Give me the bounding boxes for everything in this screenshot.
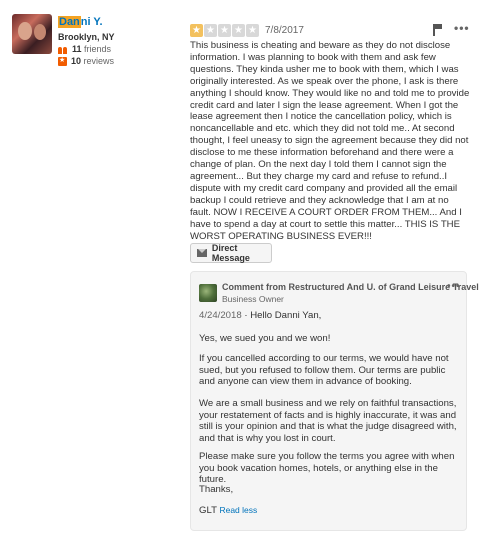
comment-paragraph-2: If you cancelled according to our terms,… — [199, 353, 449, 388]
envelope-icon — [197, 249, 207, 257]
flag-icon[interactable] — [433, 24, 443, 36]
user-name[interactable]: Danni Y. — [58, 16, 103, 28]
user-location: Brooklyn, NY — [58, 32, 115, 42]
direct-message-button[interactable]: Direct Message — [190, 243, 272, 263]
star-icon: ★ — [232, 24, 245, 37]
comment-date: 4/24/2018 — [199, 310, 242, 321]
star-icon: ★ — [218, 24, 231, 37]
friends-stat: 11 friends — [58, 44, 111, 54]
comment-signature: GLT — [199, 505, 217, 516]
star-icon: ★ — [246, 24, 259, 37]
friends-count: 11 — [72, 44, 82, 54]
comment-paragraph-5: Thanks, — [199, 484, 234, 495]
user-name-rest[interactable]: ni Y. — [81, 16, 103, 28]
star-icon: ★ — [204, 24, 217, 37]
comment-paragraph-3: We are a small business and we rely on f… — [199, 398, 457, 444]
review-text: This business is cheating and beware as … — [190, 40, 470, 242]
comment-date-line: 4/24/2018 · Hello Danni Yan, — [199, 310, 322, 321]
rating-row: ★ ★ ★ ★ ★ 7/8/2017 — [190, 24, 304, 37]
reviews-stat: 10 reviews — [58, 56, 114, 66]
reviews-count: 10 — [71, 56, 82, 66]
user-name-highlight[interactable]: Dan — [58, 16, 81, 28]
comment-more-icon[interactable]: ••• — [447, 282, 461, 292]
star-icon: ★ — [190, 24, 203, 37]
comment-from[interactable]: Comment from Restructured And U. of Gran… — [222, 282, 479, 292]
comment-paragraph-4: Please make sure you follow the terms yo… — [199, 451, 455, 486]
comment-greeting: Hello Danni Yan, — [250, 310, 322, 321]
comment-paragraph-1: Yes, we sued you and we won! — [199, 333, 331, 344]
friends-icon — [58, 45, 68, 54]
reviews-label: reviews — [83, 56, 115, 66]
friends-label: friends — [84, 44, 112, 54]
owner-comment: Comment from Restructured And U. of Gran… — [190, 271, 479, 531]
business-avatar[interactable] — [199, 284, 217, 302]
review-icon — [58, 56, 67, 66]
star-rating: ★ ★ ★ ★ ★ — [190, 24, 259, 37]
comment-signature-line: GLT Read less — [199, 505, 461, 517]
read-less-link[interactable]: Read less — [219, 505, 257, 515]
direct-message-label: Direct Message — [211, 243, 250, 263]
review-date: 7/8/2017 — [265, 25, 304, 36]
more-icon[interactable]: ••• — [454, 22, 470, 34]
avatar[interactable] — [12, 14, 52, 54]
business-owner-label: Business Owner — [222, 294, 284, 304]
